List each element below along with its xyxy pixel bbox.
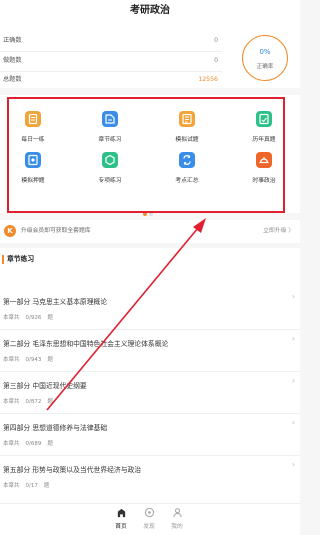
chevron-right-icon: › [291, 334, 295, 343]
tile-label: 时事政治 [252, 178, 276, 184]
divider [0, 413, 300, 414]
tile-current-affairs[interactable]: 时事政治 [234, 152, 294, 196]
tile-label: 每日一练 [21, 137, 45, 143]
page-indicator [143, 201, 155, 216]
question-unit: 题 [47, 357, 53, 363]
page-dot[interactable] [149, 212, 153, 216]
chapter-name: 第一部分 马克思主义基本原理概论 [3, 298, 108, 306]
question-count: 0/689 [25, 441, 42, 447]
tile-label: 模拟押题 [21, 178, 45, 184]
tab-label: 我的 [171, 524, 183, 530]
key-points-icon [179, 152, 195, 168]
tile-mock-exam[interactable]: 模拟试题 [157, 111, 217, 155]
app-header: 考研政治 [0, 0, 300, 22]
stat-row-correct: 正确数 0 [0, 30, 222, 52]
chapter-name: 第二部分 毛泽东思想和中国特色社会主义理论体系概论 [3, 340, 169, 348]
question-unit: 题 [43, 483, 50, 489]
meta-prefix: 本章共 [3, 483, 20, 489]
past-papers-icon [256, 111, 272, 127]
tile-predicted-questions[interactable]: 模拟押题 [3, 152, 63, 196]
tile-label: 章节练习 [98, 137, 122, 143]
chapter-name: 第四部分 思想道德修养与法律基础 [3, 424, 108, 432]
meta-prefix: 本章共 [3, 441, 20, 447]
tile-label: 模拟试题 [175, 137, 199, 143]
meta-prefix: 本章共 [3, 315, 20, 321]
accuracy-circle: 0% 正确率 [242, 35, 288, 81]
special-practice-icon [102, 152, 118, 168]
chevron-right-icon: › [291, 460, 295, 469]
tab-profile[interactable]: 我的 [162, 507, 192, 534]
tab-label: 首页 [115, 524, 127, 530]
bottom-tab-bar: 首页 发现 我的 [0, 503, 300, 535]
home-icon [117, 508, 125, 518]
tile-label: 考点汇总 [175, 178, 199, 184]
meta-prefix: 本章共 [3, 357, 20, 363]
tile-special-practice[interactable]: 专项练习 [80, 152, 140, 196]
chapter-meta: 本章共 0/872 题 [3, 397, 59, 405]
chevron-right-icon: › [291, 376, 295, 385]
chapter-item[interactable]: 第三部分 中国近现代史纲要 本章共 0/872 题 › [0, 374, 300, 414]
section-header: 章节练习 [0, 248, 300, 270]
predicted-questions-icon [25, 152, 41, 168]
upgrade-now-link[interactable]: 立即升级 〉 [263, 220, 294, 243]
tab-home[interactable]: 首页 [106, 507, 136, 534]
current-affairs-icon [256, 152, 272, 168]
chapter-practice-section: 章节练习 第一部分 马克思主义基本原理概论 本章共 0/926 题 › 第二部分 毛… [0, 248, 300, 535]
upgrade-banner[interactable]: K 升级会员即可获取全套题库 立即升级 〉 [0, 220, 300, 243]
question-count: 0/926 [25, 315, 42, 321]
section-accent-bar [2, 255, 4, 264]
chapter-item[interactable]: 第二部分 毛泽东思想和中国特色社会主义理论体系概论 本章共 0/943 题 › [0, 332, 300, 372]
stat-value: 12556 [198, 76, 218, 83]
divider [0, 329, 300, 330]
chapter-meta: 本章共 0/926 题 [3, 313, 59, 321]
accuracy-label: 正确率 [256, 64, 274, 70]
stat-label: 总题数 [3, 76, 22, 83]
daily-practice-icon [25, 111, 41, 127]
chevron-right-icon: › [291, 418, 295, 427]
chapter-meta: 本章共 0/17 题 [3, 481, 55, 489]
chapter-item[interactable]: 第五部分 形势与政策以及当代世界经济与政治 本章共 0/17 题 › [0, 458, 300, 498]
stat-row-total: 总题数 12556 [0, 69, 222, 91]
chapter-item[interactable]: 第四部分 思想道德修养与法律基础 本章共 0/689 题 › [0, 416, 300, 456]
tab-discover[interactable]: 发现 [134, 507, 164, 534]
divider [0, 371, 300, 372]
question-count: 0/17 [25, 483, 38, 489]
chapter-meta: 本章共 0/689 题 [3, 439, 59, 447]
tile-chapter-practice[interactable]: 章节练习 [80, 111, 140, 155]
chapter-practice-icon [102, 111, 118, 127]
meta-prefix: 本章共 [3, 399, 20, 405]
profile-icon [172, 508, 182, 518]
divider [0, 455, 300, 456]
stat-value: 0 [214, 37, 218, 44]
chapter-meta: 本章共 0/943 题 [3, 355, 59, 363]
mock-exam-icon [179, 111, 195, 127]
page-dot-active[interactable] [143, 212, 147, 216]
chapter-name: 第三部分 中国近现代史纲要 [3, 382, 87, 390]
question-unit: 题 [47, 315, 53, 321]
tile-key-points[interactable]: 考点汇总 [157, 152, 217, 196]
discover-icon [144, 507, 154, 518]
tile-label: 专项练习 [98, 178, 122, 184]
section-title: 章节练习 [7, 255, 35, 263]
question-unit: 题 [47, 399, 53, 405]
chapter-item[interactable]: 第一部分 马克思主义基本原理概论 本章共 0/926 题 › [0, 290, 300, 330]
question-count: 0/943 [25, 357, 42, 363]
tab-label: 发现 [143, 524, 155, 530]
page-title: 考研政治 [130, 5, 170, 16]
stats-panel: 正确数 0 做题数 0 总题数 12556 0% 正确率 [0, 22, 300, 88]
feature-grid: 每日一练 章节练习 模拟试题 历年真题 模拟押题 专项练习 考点汇总 时事政治 [0, 95, 300, 216]
upgrade-text: 升级会员即可获取全套题库 [21, 228, 91, 234]
chapter-name: 第五部分 形势与政策以及当代世界经济与政治 [3, 466, 142, 474]
tile-past-papers[interactable]: 历年真题 [234, 111, 294, 155]
accuracy-percent: 0% [259, 48, 271, 56]
chevron-right-icon: › [291, 292, 295, 301]
tile-label: 历年真题 [252, 137, 276, 143]
stat-label: 正确数 [3, 37, 22, 44]
question-unit: 题 [47, 441, 53, 447]
tile-daily-practice[interactable]: 每日一练 [3, 111, 63, 155]
vip-badge-icon: K [4, 225, 16, 237]
question-count: 0/872 [25, 399, 42, 405]
